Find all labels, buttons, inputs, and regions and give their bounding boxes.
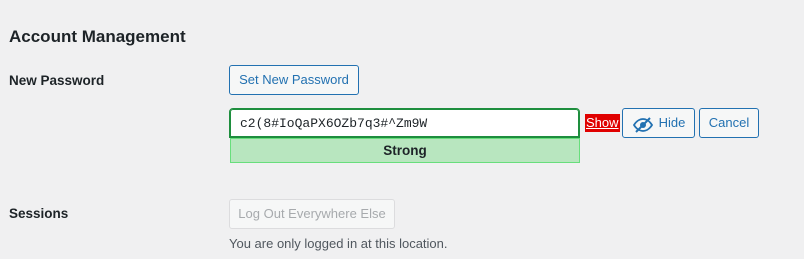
cancel-button[interactable]: Cancel xyxy=(699,108,759,138)
sessions-description: You are only logged in at this location. xyxy=(229,236,448,251)
log-out-everywhere-else-button[interactable]: Log Out Everywhere Else xyxy=(229,199,395,229)
set-new-password-button[interactable]: Set New Password xyxy=(229,65,359,95)
section-title: Account Management xyxy=(9,27,186,47)
eye-slash-icon xyxy=(632,115,654,133)
show-password-link[interactable]: Show xyxy=(585,114,620,132)
password-input[interactable] xyxy=(229,108,580,138)
hide-password-button[interactable]: Hide xyxy=(622,108,695,138)
sessions-label: Sessions xyxy=(9,206,69,221)
hide-button-label: Hide xyxy=(658,115,686,130)
password-strength-meter: Strong xyxy=(230,138,580,163)
new-password-label: New Password xyxy=(9,73,105,88)
